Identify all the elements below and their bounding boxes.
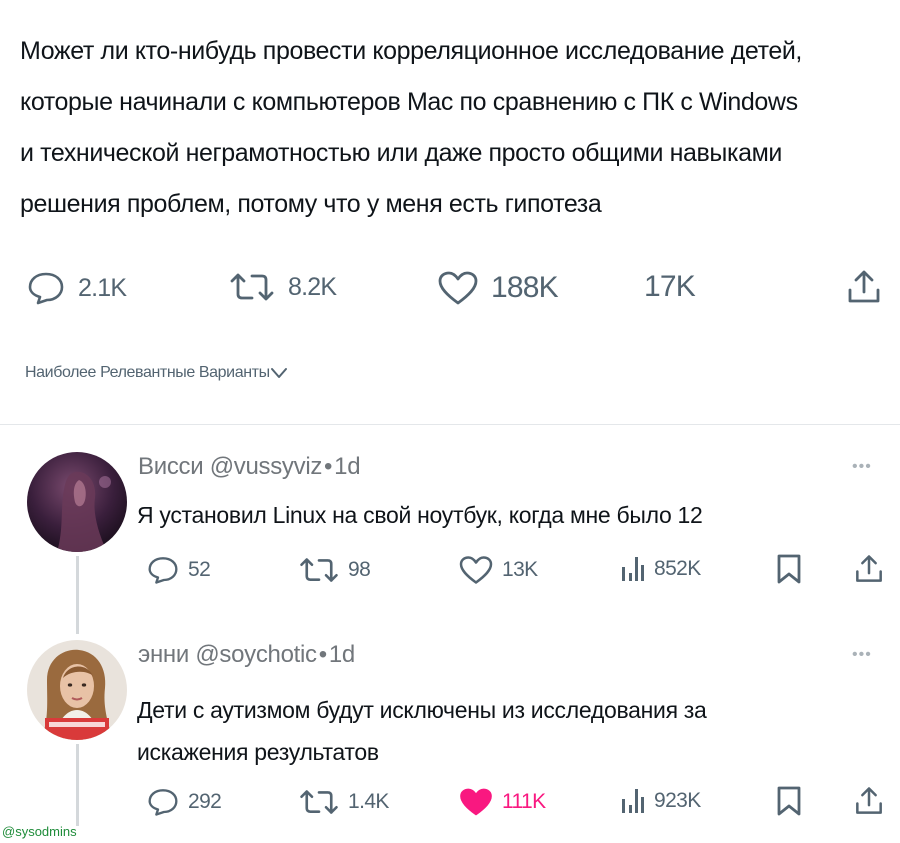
avatar[interactable]	[27, 452, 127, 552]
views-count: 17K	[644, 270, 696, 303]
chevron-down-icon	[270, 368, 287, 378]
repost-count: 98	[348, 558, 371, 581]
watermark: @sysodmins	[2, 824, 77, 839]
like-count: 111K	[502, 790, 546, 813]
post-text-line: и технической неграмотностью или даже пр…	[20, 139, 782, 167]
repost-button[interactable]: 8.2K	[228, 270, 337, 304]
reply-text: Дети с аутизмом будут исключены из иссле…	[137, 689, 707, 773]
reply-text-line: Дети с аутизмом будут исключены из иссле…	[137, 697, 707, 723]
like-count: 13K	[502, 558, 538, 581]
reply-count: 292	[188, 790, 222, 813]
like-count: 188K	[491, 271, 559, 304]
thread-line	[76, 744, 79, 826]
views-count: 852K	[654, 557, 701, 580]
reply-text: Я установил Linux на свой ноутбук, когда…	[137, 502, 703, 529]
post-text: Может ли кто-нибудь провести корреляцион…	[20, 26, 890, 230]
reply-icon	[148, 789, 178, 816]
bookmark-icon	[777, 554, 801, 584]
reply-button[interactable]: 292	[146, 787, 222, 817]
reply-button[interactable]: 52	[146, 555, 211, 585]
views-bar-icon	[622, 789, 644, 813]
reply-text-line: Я установил Linux на свой ноутбук, когда…	[137, 502, 703, 528]
sort-label: Наиболее Релевантные Варианты	[25, 364, 270, 381]
handle[interactable]: @soychotic	[195, 641, 317, 668]
bookmark-button[interactable]	[776, 785, 802, 817]
post-text-line: которые начинали с компьютеров Mac по ср…	[20, 88, 798, 116]
share-icon	[848, 270, 880, 303]
share-button[interactable]	[854, 785, 884, 817]
more-options-button[interactable]: •••	[852, 646, 872, 664]
views-button[interactable]: 852K	[620, 555, 701, 583]
avatar-image	[27, 452, 127, 552]
separator: •	[324, 453, 333, 480]
avatar[interactable]	[27, 640, 127, 740]
more-options-button[interactable]: •••	[852, 458, 872, 476]
heart-icon	[459, 556, 493, 584]
repost-button[interactable]: 98	[298, 555, 371, 585]
repost-count: 1.4K	[348, 790, 389, 813]
views-button[interactable]: 923K	[620, 787, 701, 815]
reply-header: Висси @vussyviz•1d	[138, 453, 361, 481]
repost-count: 8.2K	[288, 272, 337, 301]
timestamp[interactable]: 1d	[334, 453, 360, 480]
post-action-bar: 2.1K 8.2K 188K 17K	[0, 262, 900, 312]
post-text-line: решения проблем, потому что у меня есть …	[20, 190, 602, 218]
repost-icon	[300, 790, 338, 814]
like-button[interactable]: 13K	[458, 555, 538, 585]
timestamp[interactable]: 1d	[329, 641, 355, 668]
repost-icon	[300, 558, 338, 582]
thread-line	[76, 556, 79, 634]
repost-icon	[230, 273, 274, 301]
reply-icon	[148, 557, 178, 584]
display-name[interactable]: Висси	[138, 453, 204, 480]
bookmark-icon	[777, 786, 801, 816]
reply-header: энни @soychotic•1d	[138, 641, 355, 669]
reply-icon	[28, 272, 64, 305]
like-button[interactable]: 111K	[458, 787, 546, 817]
repost-button[interactable]: 1.4K	[298, 787, 389, 817]
display-name[interactable]: энни	[138, 641, 189, 668]
avatar-image	[27, 640, 127, 740]
bookmark-button[interactable]	[776, 553, 802, 585]
views-count-wrap[interactable]: 17K	[644, 270, 696, 304]
reply-text-line: искажения результатов	[137, 739, 379, 765]
reply-count: 52	[188, 558, 211, 581]
share-button[interactable]	[854, 553, 884, 585]
reply-count: 2.1K	[78, 273, 127, 302]
reply-button[interactable]: 2.1K	[26, 270, 127, 306]
share-icon	[856, 787, 882, 814]
handle[interactable]: @vussyviz	[210, 453, 323, 480]
separator: •	[318, 641, 327, 668]
like-button[interactable]: 188K	[437, 270, 559, 306]
share-button[interactable]	[846, 268, 882, 306]
post-text-line: Может ли кто-нибудь провести корреляцион…	[20, 37, 802, 65]
sort-selector[interactable]: Наиболее Релевантные Варианты	[25, 364, 288, 382]
views-bar-icon	[622, 557, 644, 581]
more-icon: •••	[852, 646, 872, 663]
share-icon	[856, 555, 882, 582]
heart-icon	[438, 271, 478, 305]
divider	[0, 424, 900, 425]
heart-filled-icon	[460, 788, 492, 816]
more-icon: •••	[852, 458, 872, 475]
views-count: 923K	[654, 789, 701, 812]
